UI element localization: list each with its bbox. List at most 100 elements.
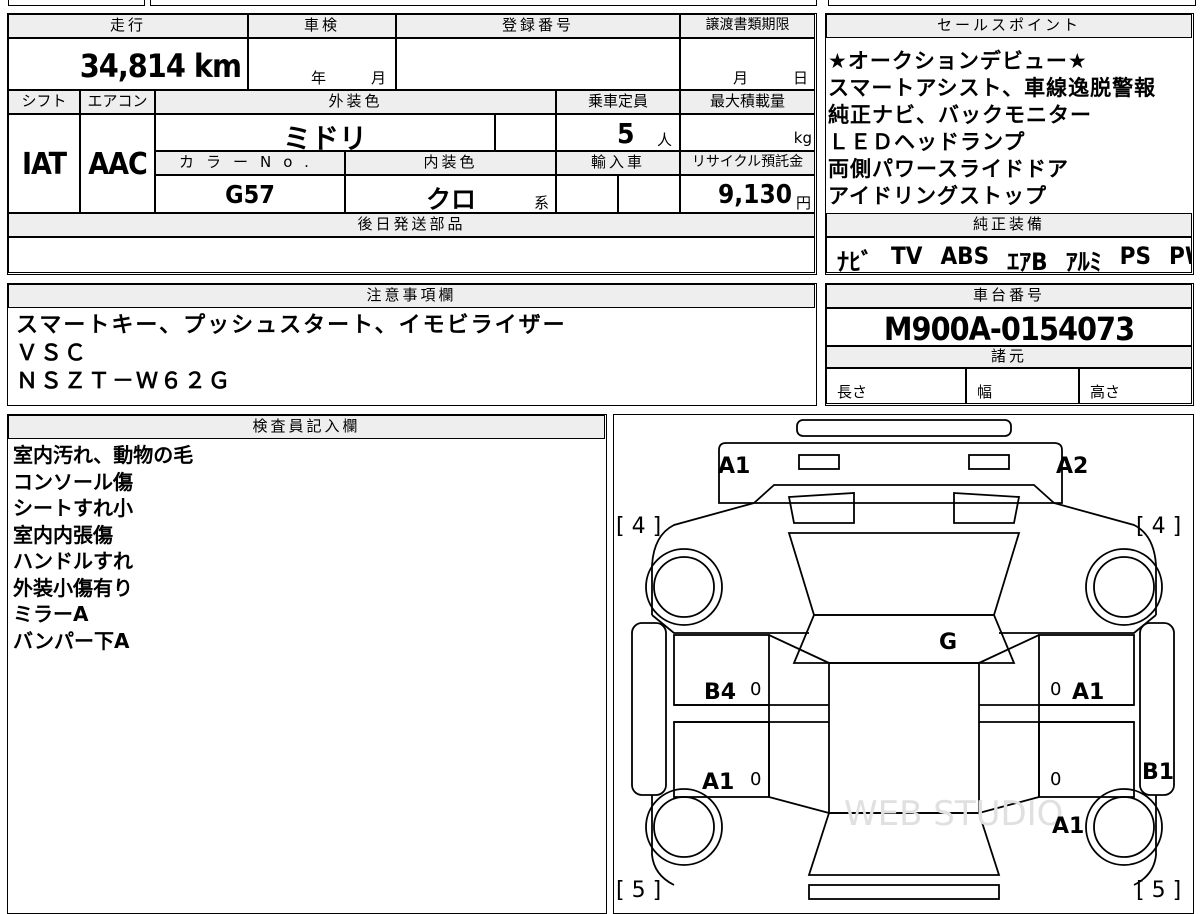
wheel-rear-left bbox=[645, 788, 723, 866]
tire-front-left: [ 4 ] bbox=[616, 514, 661, 539]
equipment-item: ABS bbox=[940, 242, 990, 270]
shift-header: シフト bbox=[8, 90, 80, 114]
recycle-cell: 9,130 円 bbox=[680, 175, 815, 213]
equipment-item: ｴｱB bbox=[1007, 248, 1048, 273]
recycle-header: リサイクル預託金 bbox=[680, 151, 815, 175]
inspector-line: ミラーA bbox=[13, 602, 89, 626]
spec-header: 諸元 bbox=[826, 346, 1192, 368]
interior-suffix: 系 bbox=[534, 194, 550, 212]
aircon-header: エアコン bbox=[80, 90, 155, 114]
capacity-cell: 5 人 bbox=[556, 114, 680, 151]
vehicle-info-table: 走行 車検 登録番号 譲渡書類期限 34,814 km 年 月 月 日 シフト … bbox=[7, 13, 817, 275]
rear-bumper bbox=[808, 884, 1000, 900]
inspector-line: 外装小傷有り bbox=[13, 575, 133, 600]
slot-mark: 0 bbox=[1050, 769, 1061, 790]
spec-length-cell: 長さ bbox=[826, 368, 966, 404]
tire-rear-left: [ 5 ] bbox=[616, 878, 661, 903]
front-panel bbox=[718, 442, 1063, 504]
import-cell-b bbox=[618, 175, 680, 213]
inspector-list: 室内汚れ、動物の毛 コンソール傷 シートすれ小 室内内張傷 ハンドルすれ 外装小… bbox=[13, 442, 193, 654]
sales-points-list: ★オークションデビュー★ スマートアシスト、車線逸脱警報 純正ナビ、バックモニタ… bbox=[828, 48, 1156, 210]
notes-box: 注意事項欄 スマートキー、プッシュスタート、イモビライザー ＶＳＣ ＮＳＺＴ－Ｗ… bbox=[7, 283, 817, 406]
color-no-header: カラーNo. bbox=[155, 151, 345, 175]
inspector-line: シートすれ小 bbox=[13, 496, 133, 520]
equipment-item: PS bbox=[1119, 242, 1151, 270]
equipment-header: 純正装備 bbox=[826, 213, 1192, 237]
sales-line: 両側パワースライドドア bbox=[828, 157, 1069, 181]
sales-line: ★オークションデビュー★ bbox=[828, 49, 1088, 73]
equipment-cell: ﾅﾋﾞ TV ABS ｴｱB ｱﾙﾐ PS PW bbox=[826, 237, 1192, 273]
registration-cell bbox=[396, 38, 680, 90]
inspector-line: 室内汚れ、動物の毛 bbox=[13, 443, 194, 467]
wheel-front-left bbox=[645, 548, 723, 626]
sales-line: アイドリングストップ bbox=[828, 184, 1047, 208]
import-cell-a bbox=[556, 175, 618, 213]
transfer-cell: 月 日 bbox=[680, 38, 815, 90]
registration-header: 登録番号 bbox=[396, 14, 680, 38]
inspection-month: 月 bbox=[371, 69, 387, 87]
wheel-rear-right bbox=[1085, 788, 1163, 866]
chassis-number: M900A-0154073 bbox=[883, 310, 1135, 346]
inspector-box: 検査員記入欄 室内汚れ、動物の毛 コンソール傷 シートすれ小 室内内張傷 ハンド… bbox=[7, 414, 607, 914]
load-header: 最大積載量 bbox=[680, 90, 815, 114]
exterior-value: ミドリ bbox=[282, 122, 367, 151]
inspection-header: 車検 bbox=[248, 14, 396, 38]
inspection-year: 年 bbox=[311, 69, 327, 87]
note-line: スマートキー、プッシュスタート、イモビライザー bbox=[16, 313, 567, 338]
equipment-item: ﾅﾋﾞ bbox=[837, 248, 873, 273]
transfer-header: 譲渡書類期限 bbox=[680, 14, 815, 38]
interior-header: 内装色 bbox=[345, 151, 556, 175]
top-strip bbox=[0, 0, 1200, 6]
recycle-unit: 円 bbox=[795, 194, 811, 212]
load-unit: kg bbox=[793, 129, 812, 147]
exterior-sub-cell bbox=[495, 114, 556, 151]
mileage-header: 走行 bbox=[8, 14, 248, 38]
recycle-value: 9,130 bbox=[718, 180, 792, 210]
capacity-value: 5 bbox=[617, 117, 635, 150]
spec-width-label: 幅 bbox=[977, 383, 993, 401]
inspector-line: 室内内張傷 bbox=[13, 522, 113, 547]
spec-length-label: 長さ bbox=[837, 383, 868, 401]
inspector-header: 検査員記入欄 bbox=[8, 415, 605, 439]
aircon-value: AAC bbox=[88, 147, 148, 182]
shift-value: IAT bbox=[21, 147, 67, 182]
sales-points-header: セールスポイント bbox=[826, 14, 1192, 38]
code-right-rear: A1 bbox=[1052, 814, 1084, 839]
chassis-box: 車台番号 M900A-0154073 諸元 長さ 幅 高さ bbox=[825, 283, 1194, 406]
sales-line: ＬＥＤヘッドランプ bbox=[828, 130, 1026, 154]
slot-mark: 0 bbox=[750, 769, 761, 790]
equipment-item: ｱﾙﾐ bbox=[1065, 248, 1102, 273]
wiper-right bbox=[953, 492, 1021, 524]
transfer-day: 日 bbox=[793, 69, 809, 87]
headlight-right bbox=[968, 454, 1010, 470]
headlight-left bbox=[798, 454, 840, 470]
tire-front-right: [ 4 ] bbox=[1136, 514, 1181, 539]
slot-marks: 0 0 0 0 bbox=[750, 679, 1061, 790]
code-left-rear-door: A1 bbox=[702, 770, 734, 795]
import-header: 輸入車 bbox=[556, 151, 680, 175]
notes-list: スマートキー、プッシュスタート、イモビライザー ＶＳＣ ＮＳＺＴ－Ｗ６２Ｇ bbox=[16, 312, 567, 396]
transfer-month: 月 bbox=[733, 69, 749, 87]
roof bbox=[792, 614, 1016, 664]
chassis-cell: M900A-0154073 bbox=[826, 308, 1192, 346]
color-no-value: G57 bbox=[225, 180, 275, 209]
note-line: ＶＳＣ bbox=[16, 341, 89, 366]
sales-line: 純正ナビ、バックモニター bbox=[828, 103, 1092, 127]
capacity-header: 乗車定員 bbox=[556, 90, 680, 114]
inspector-line: ハンドルすれ bbox=[13, 549, 133, 573]
load-cell: kg bbox=[680, 114, 815, 151]
later-parts-cell bbox=[8, 237, 815, 273]
tire-rear-right: [ 5 ] bbox=[1136, 878, 1181, 903]
mileage-value: 34,814 bbox=[79, 47, 186, 85]
inspector-line: コンソール傷 bbox=[13, 469, 133, 494]
interior-value: クロ bbox=[426, 185, 477, 213]
roof-panel bbox=[828, 662, 980, 814]
shift-cell: IAT bbox=[8, 114, 80, 213]
mileage-cell: 34,814 km bbox=[8, 38, 248, 90]
inspector-line: バンパー下A bbox=[13, 628, 130, 653]
later-parts-header: 後日発送部品 bbox=[8, 213, 815, 237]
exterior-header: 外装色 bbox=[155, 90, 556, 114]
code-front-right: A2 bbox=[1056, 454, 1088, 479]
code-right-front-door: A1 bbox=[1072, 680, 1104, 705]
code-left-front-door: B4 bbox=[704, 680, 736, 705]
